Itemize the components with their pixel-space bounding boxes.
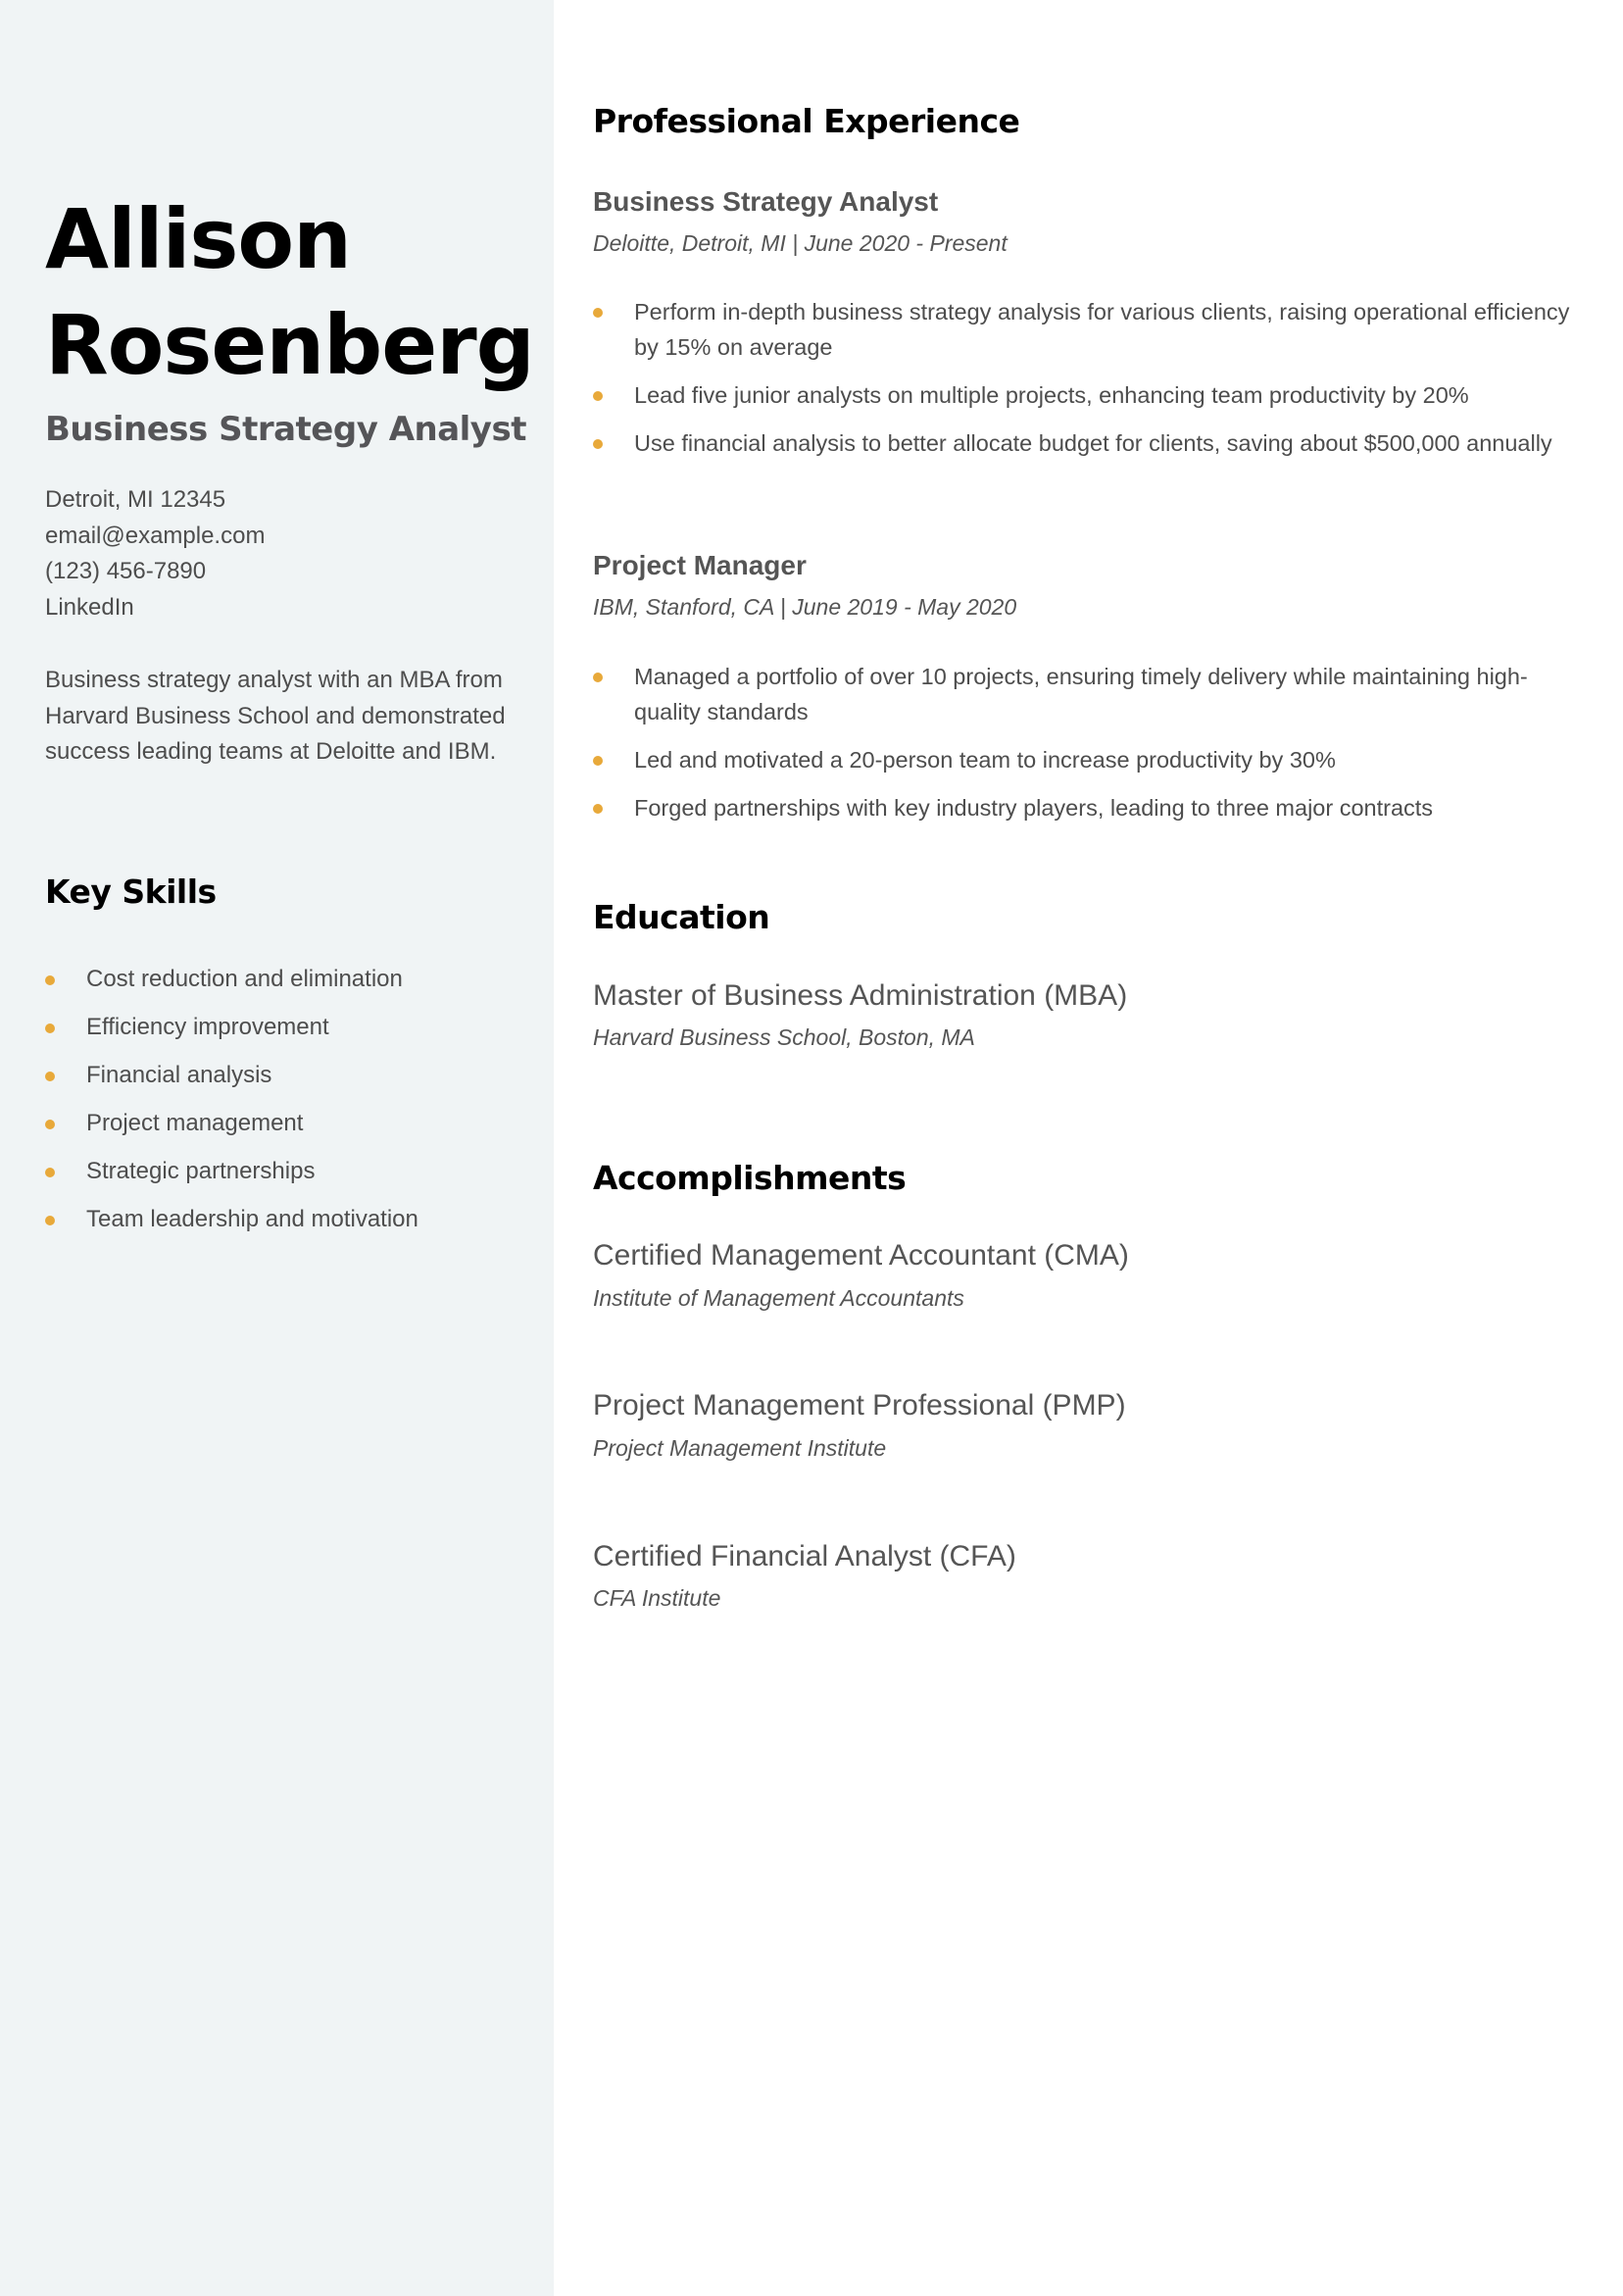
bullet-icon bbox=[593, 804, 603, 814]
contact-phone[interactable]: (123) 456-7890 bbox=[45, 554, 535, 590]
skills-heading: Key Skills bbox=[45, 873, 217, 911]
skills-list: Cost reduction and elimination Efficienc… bbox=[45, 955, 535, 1243]
job-bullet: Managed a portfolio of over 10 projects,… bbox=[593, 659, 1573, 729]
bullet-text: Use financial analysis to better allocat… bbox=[634, 430, 1552, 456]
bullet-icon bbox=[593, 391, 603, 401]
job-bullet: Forged partnerships with key industry pl… bbox=[593, 790, 1573, 825]
accomplishments-heading: Accomplishments bbox=[593, 1159, 907, 1197]
main-content: Professional Experience Business Strateg… bbox=[593, 0, 1583, 2296]
name-last: Rosenberg bbox=[45, 297, 535, 393]
candidate-name: Allison Rosenberg bbox=[45, 186, 535, 398]
job-bullets: Managed a portfolio of over 10 projects,… bbox=[593, 659, 1573, 838]
job-meta: Deloitte, Detroit, MI | June 2020 - Pres… bbox=[593, 230, 1008, 256]
contact-linkedin[interactable]: LinkedIn bbox=[45, 590, 535, 626]
job-bullet: Lead five junior analysts on multiple pr… bbox=[593, 377, 1573, 413]
job-title: Project Manager bbox=[593, 550, 807, 580]
accomplishment-title: Certified Financial Analyst (CFA) bbox=[593, 1540, 1016, 1572]
skill-item: Team leadership and motivation bbox=[45, 1195, 535, 1243]
skill-label: Team leadership and motivation bbox=[86, 1206, 418, 1232]
bullet-icon bbox=[45, 1216, 55, 1225]
education-degree: Master of Business Administration (MBA) bbox=[593, 979, 1128, 1012]
bullet-icon bbox=[593, 756, 603, 766]
bullet-text: Forged partnerships with key industry pl… bbox=[634, 795, 1434, 821]
job-title: Business Strategy Analyst bbox=[593, 186, 939, 217]
accomplishment-title: Project Management Professional (PMP) bbox=[593, 1389, 1126, 1422]
sidebar: Allison Rosenberg Business Strategy Anal… bbox=[0, 0, 554, 2296]
contact-info: Detroit, MI 12345 email@example.com (123… bbox=[45, 482, 535, 625]
bullet-icon bbox=[593, 673, 603, 682]
bullet-icon bbox=[45, 975, 55, 985]
bullet-icon bbox=[45, 1072, 55, 1081]
job-bullet: Perform in-depth business strategy analy… bbox=[593, 294, 1573, 365]
skill-label: Cost reduction and elimination bbox=[86, 966, 403, 992]
bullet-icon bbox=[45, 1168, 55, 1177]
candidate-title: Business Strategy Analyst bbox=[45, 410, 526, 449]
skill-item: Financial analysis bbox=[45, 1051, 535, 1099]
skill-label: Efficiency improvement bbox=[86, 1014, 329, 1040]
bullet-icon bbox=[45, 1023, 55, 1033]
bullet-text: Perform in-depth business strategy analy… bbox=[634, 299, 1570, 360]
skill-item: Efficiency improvement bbox=[45, 1003, 535, 1051]
bullet-text: Managed a portfolio of over 10 projects,… bbox=[634, 664, 1528, 724]
accomplishment-title: Certified Management Accountant (CMA) bbox=[593, 1239, 1129, 1272]
job-meta: IBM, Stanford, CA | June 2019 - May 2020 bbox=[593, 594, 1017, 620]
skill-item: Project management bbox=[45, 1099, 535, 1147]
bullet-icon bbox=[593, 439, 603, 449]
accomplishment-issuer: CFA Institute bbox=[593, 1585, 721, 1611]
bullet-icon bbox=[593, 308, 603, 318]
skill-label: Strategic partnerships bbox=[86, 1158, 316, 1184]
contact-email[interactable]: email@example.com bbox=[45, 519, 535, 555]
accomplishment-issuer: Project Management Institute bbox=[593, 1435, 887, 1461]
bullet-icon bbox=[45, 1120, 55, 1129]
accomplishment-issuer: Institute of Management Accountants bbox=[593, 1285, 964, 1311]
education-heading: Education bbox=[593, 898, 770, 936]
skill-label: Project management bbox=[86, 1110, 304, 1136]
experience-heading: Professional Experience bbox=[593, 102, 1020, 140]
job-bullet: Use financial analysis to better allocat… bbox=[593, 425, 1573, 461]
job-bullets: Perform in-depth business strategy analy… bbox=[593, 294, 1573, 474]
skill-label: Financial analysis bbox=[86, 1062, 272, 1088]
job-bullet: Led and motivated a 20-person team to in… bbox=[593, 742, 1573, 777]
skill-item: Strategic partnerships bbox=[45, 1147, 535, 1195]
bullet-text: Lead five junior analysts on multiple pr… bbox=[634, 382, 1469, 408]
skill-item: Cost reduction and elimination bbox=[45, 955, 535, 1003]
profile-summary: Business strategy analyst with an MBA fr… bbox=[45, 667, 506, 765]
bullet-text: Led and motivated a 20-person team to in… bbox=[634, 747, 1336, 773]
contact-address: Detroit, MI 12345 bbox=[45, 486, 226, 513]
education-school: Harvard Business School, Boston, MA bbox=[593, 1024, 975, 1050]
name-first: Allison bbox=[45, 191, 352, 287]
